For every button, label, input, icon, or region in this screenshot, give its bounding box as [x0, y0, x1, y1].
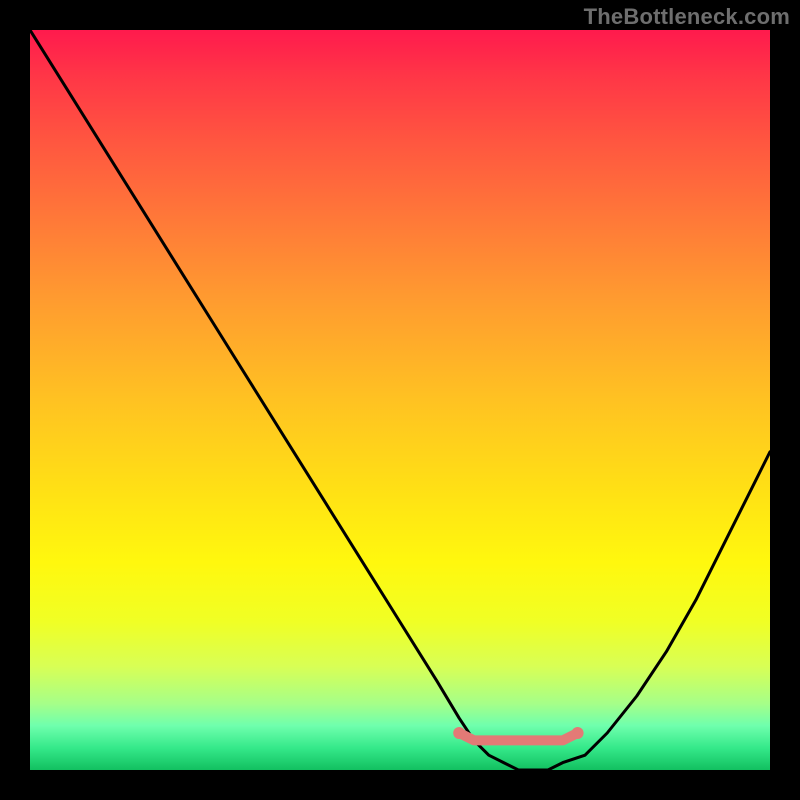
watermark-text: TheBottleneck.com [584, 4, 790, 30]
chart-frame: TheBottleneck.com [0, 0, 800, 800]
plot-area [30, 30, 770, 770]
optimal-segment-path [453, 727, 583, 740]
curve-svg [30, 30, 770, 770]
bottleneck-curve-path [30, 30, 770, 770]
